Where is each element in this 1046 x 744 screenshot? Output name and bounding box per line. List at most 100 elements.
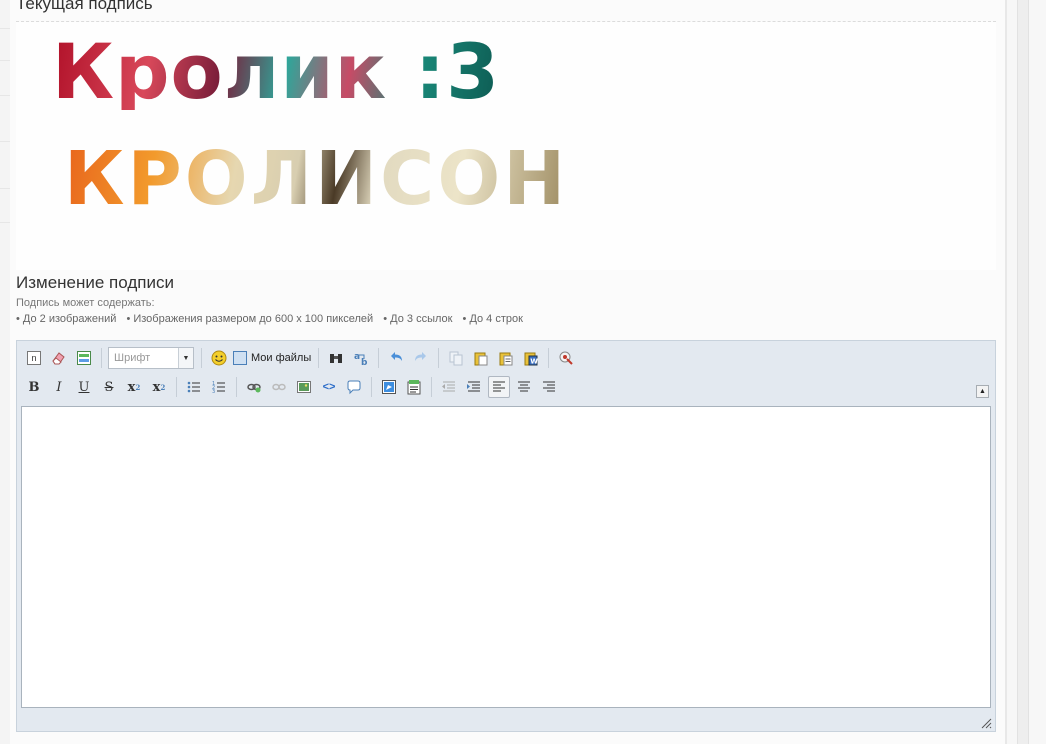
font-family-select[interactable]: Шрифт ▼ — [108, 347, 194, 369]
sidebar-divider — [0, 95, 10, 96]
sidebar-divider — [0, 188, 10, 189]
unlink-button[interactable] — [268, 376, 290, 398]
superscript-marker: 2 — [160, 382, 166, 392]
toolbar-separator — [438, 348, 440, 368]
insert-template-button[interactable] — [403, 376, 425, 398]
select-all-icon — [77, 351, 91, 365]
superscript-button[interactable]: x2 — [148, 376, 170, 398]
align-left-icon — [493, 381, 505, 392]
smiley-button[interactable] — [208, 347, 230, 369]
find-button[interactable] — [325, 347, 347, 369]
sidebar-divider — [0, 222, 10, 223]
paste-text-button[interactable] — [495, 347, 517, 369]
underline-button[interactable]: U — [73, 376, 95, 398]
right-sidebar — [1007, 0, 1046, 744]
editor-toolbar-format: B I U S x2 x2 123 <> — [23, 375, 563, 399]
svg-text:3: 3 — [212, 389, 215, 395]
sidebar-divider — [0, 28, 10, 29]
toolbar-collapse-button[interactable]: ▲ — [976, 385, 989, 398]
rule-item: • До 4 строк — [462, 313, 523, 325]
edit-signature-title: Изменение подписи — [16, 273, 174, 292]
numbered-list-button[interactable]: 123 — [208, 376, 230, 398]
bullet-list-icon — [187, 381, 200, 393]
spellcheck-icon — [559, 351, 573, 365]
italic-button[interactable]: I — [48, 376, 70, 398]
link-icon — [247, 383, 261, 393]
rich-text-editor: n Шрифт ▼ Мои файлы a b W B I U S x 2 x … — [16, 340, 996, 732]
paste-button[interactable] — [470, 347, 492, 369]
bulleted-list-button[interactable] — [183, 376, 205, 398]
numbered-list-icon: 123 — [212, 381, 225, 395]
files-icon — [233, 351, 247, 365]
chevron-down-icon: ▼ — [178, 348, 193, 368]
paste-icon — [474, 352, 488, 366]
spellcheck-button[interactable] — [555, 347, 577, 369]
outdent-button[interactable] — [438, 376, 460, 398]
toolbar-separator — [201, 348, 202, 368]
outdent-icon — [442, 381, 455, 392]
svg-text:W: W — [530, 358, 538, 366]
undo-button[interactable] — [385, 347, 407, 369]
insert-image-button[interactable] — [293, 376, 315, 398]
quote-icon — [347, 380, 361, 395]
sidebar-divider — [0, 141, 10, 142]
toolbar-separator — [371, 377, 372, 397]
eraser-icon — [52, 352, 65, 365]
subscript-marker: 2 — [135, 382, 141, 392]
svg-text:a: a — [354, 352, 360, 362]
indent-icon — [467, 381, 480, 392]
rule-item: • До 3 ссылок — [383, 313, 453, 325]
align-right-button[interactable] — [538, 376, 560, 398]
signature-image-line-1: Кролик :3 — [52, 27, 500, 116]
paste-word-icon: W — [524, 352, 538, 366]
toolbar-separator — [101, 348, 102, 368]
insert-quote-button[interactable] — [343, 376, 365, 398]
select-all-button[interactable] — [73, 347, 95, 369]
rule-item: • До 2 изображений — [16, 313, 117, 325]
current-signature-preview: Кролик :3 КРОЛИСОН — [16, 22, 996, 270]
copy-icon — [449, 351, 463, 366]
align-center-icon — [518, 381, 530, 392]
toolbar-separator — [176, 377, 177, 397]
signature-panel: Текущая подпись Кролик :3 КРОЛИСОН Измен… — [10, 0, 1005, 744]
svg-text:b: b — [361, 358, 368, 366]
editor-toolbar-top: n Шрифт ▼ Мои файлы a b W — [23, 345, 580, 371]
sidebar-divider — [0, 60, 10, 61]
subscript-button[interactable]: x2 — [123, 376, 145, 398]
copy-button[interactable] — [445, 347, 467, 369]
binoculars-icon — [330, 354, 343, 363]
bold-button[interactable]: B — [23, 376, 45, 398]
my-files-label: Мои файлы — [251, 352, 312, 364]
replace-button[interactable]: ab — [350, 347, 372, 369]
source-mode-button[interactable]: n — [23, 347, 45, 369]
toolbar-separator — [431, 377, 432, 397]
signature-hint: Подпись может содержать: — [16, 297, 155, 309]
insert-link-button[interactable] — [243, 376, 265, 398]
remove-format-button[interactable] — [48, 347, 70, 369]
redo-button[interactable] — [410, 347, 432, 369]
indent-button[interactable] — [463, 376, 485, 398]
redo-icon — [415, 352, 427, 361]
align-left-button[interactable] — [488, 376, 510, 398]
template-icon — [407, 380, 421, 395]
scrollbar[interactable] — [1017, 0, 1029, 744]
align-right-icon — [543, 381, 555, 392]
paste-word-button[interactable]: W — [520, 347, 542, 369]
superscript-label: x — [152, 379, 161, 395]
signature-image-line-2: КРОЛИСОН — [64, 136, 569, 222]
insert-media-button[interactable] — [378, 376, 400, 398]
media-icon — [382, 380, 396, 394]
signature-text-area[interactable] — [21, 406, 991, 708]
replace-icon: ab — [354, 352, 368, 366]
toolbar-separator — [548, 348, 550, 368]
smiley-icon — [211, 350, 227, 366]
source-icon: n — [27, 351, 41, 365]
resize-handle-icon[interactable] — [980, 717, 992, 729]
strikethrough-button[interactable]: S — [98, 376, 120, 398]
align-center-button[interactable] — [513, 376, 535, 398]
font-select-value: Шрифт — [114, 352, 151, 364]
my-files-button[interactable]: Мои файлы — [233, 347, 311, 369]
toolbar-separator — [318, 348, 320, 368]
insert-code-button[interactable]: <> — [318, 376, 340, 398]
current-signature-title: Текущая подпись — [16, 0, 153, 13]
